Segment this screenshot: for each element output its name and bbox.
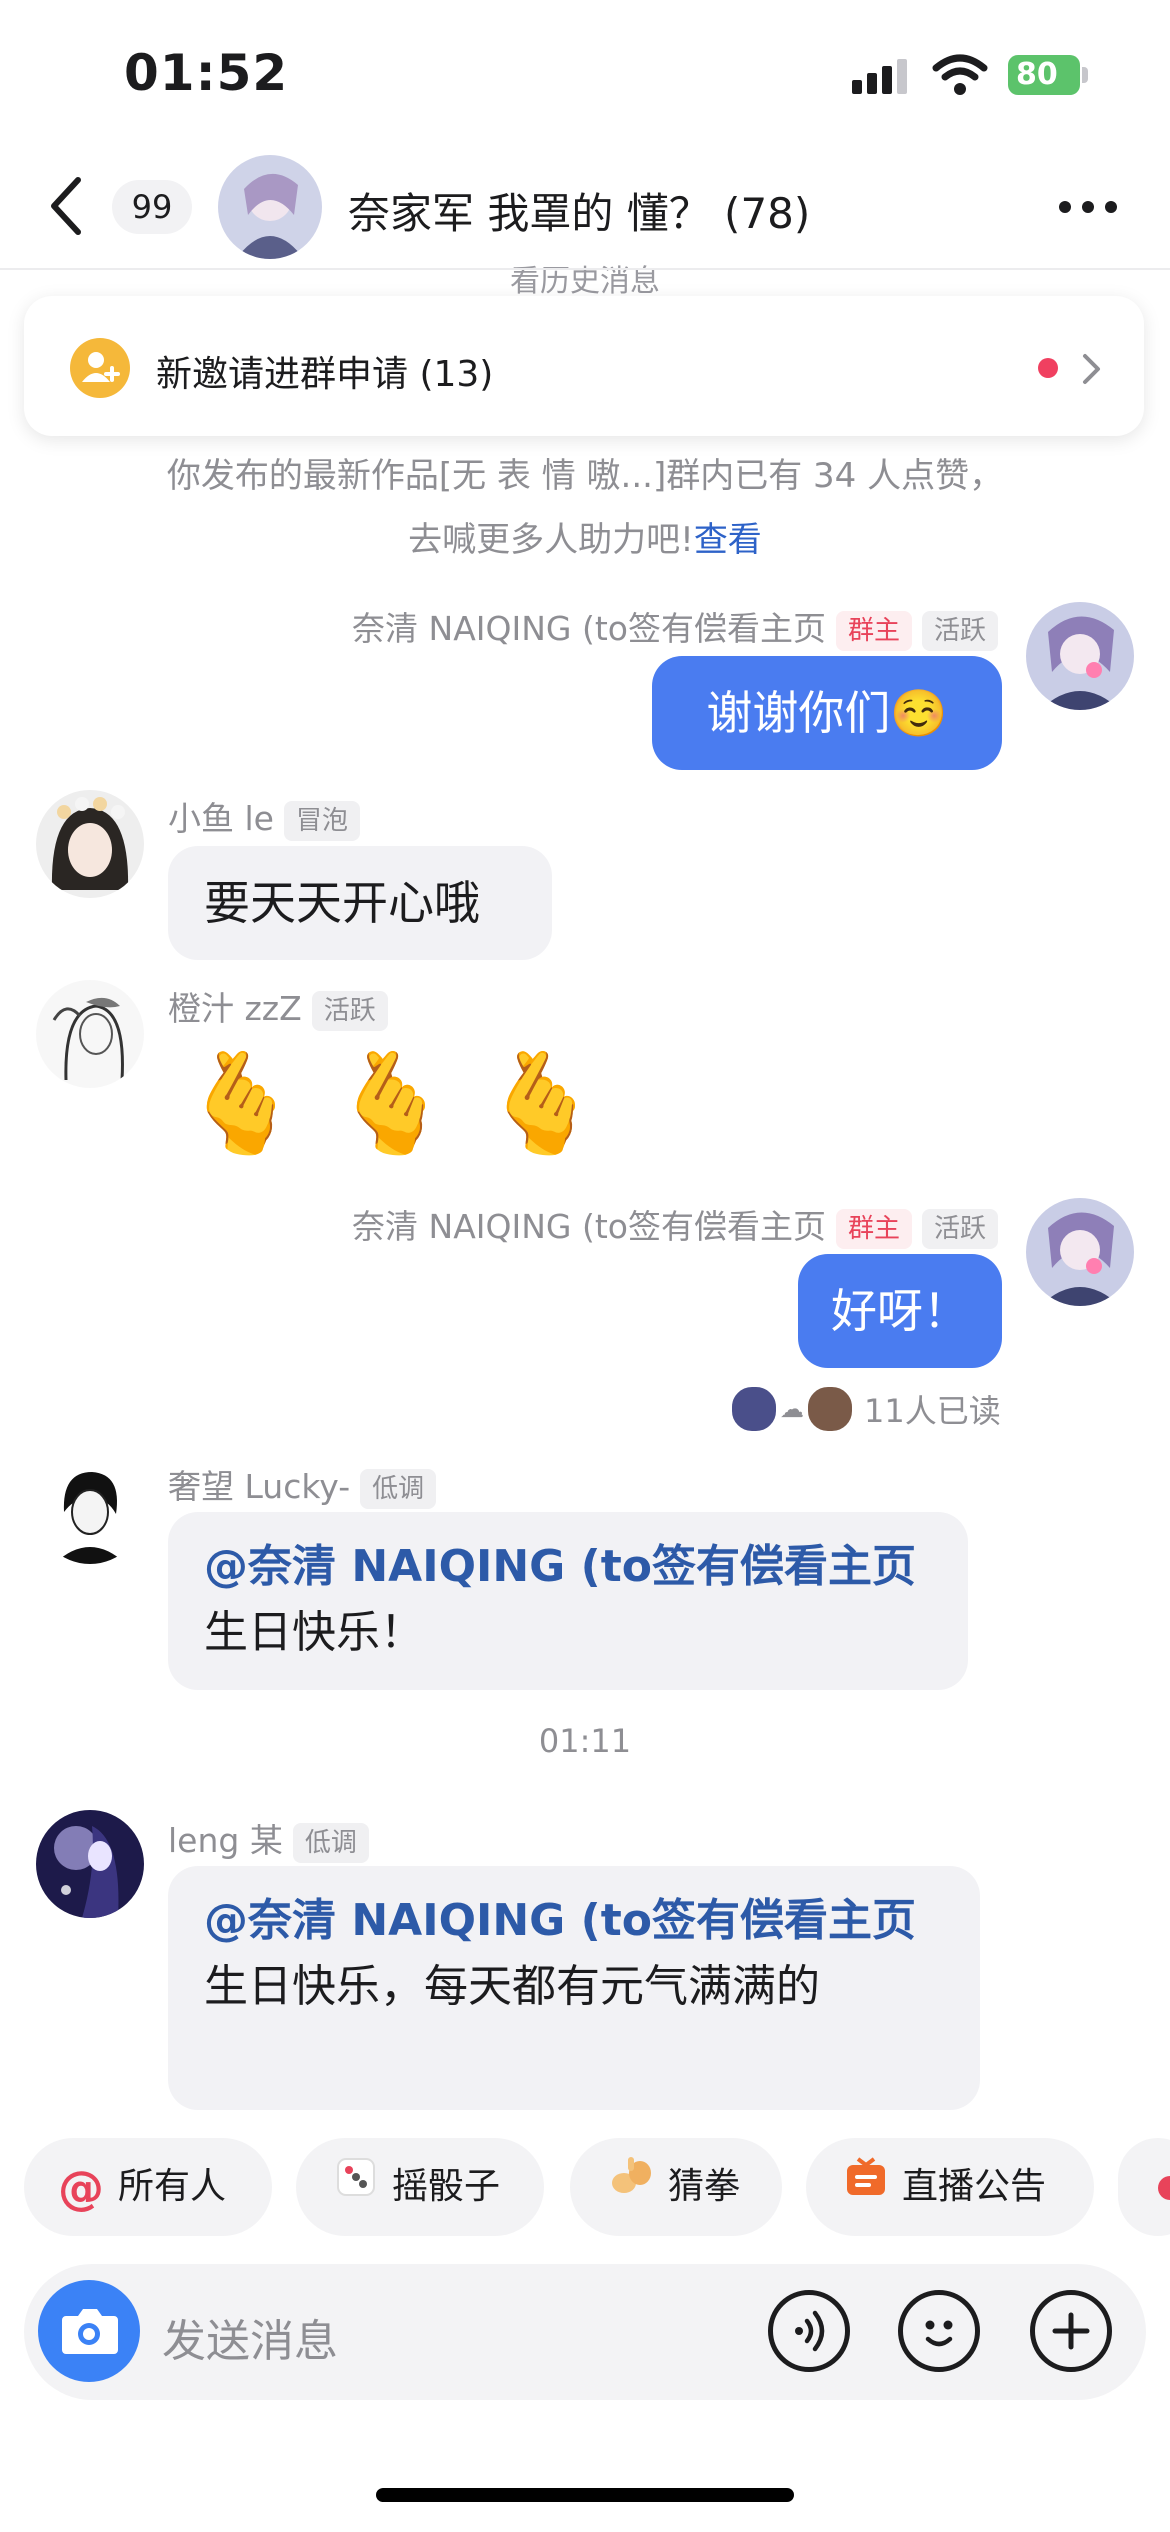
quick-action-label: 所有人 (118, 2166, 227, 2207)
read-count: 11人已读 (864, 1392, 1001, 1430)
owner-tag: 群主 (835, 1208, 912, 1249)
owner-tag: 群主 (835, 610, 912, 651)
home-indicator (376, 2488, 794, 2502)
activity-tag: 活跃 (921, 610, 998, 651)
message-sender-row: leng 某低调 (168, 1814, 369, 1863)
chat-title: 奈家军 我罩的 懂？ (78) (348, 189, 811, 238)
system-notice-prefix: 去喊更多人助力吧! (408, 520, 694, 560)
avatar[interactable] (36, 1810, 144, 1918)
quick-action-label: 摇骰子 (392, 2166, 501, 2207)
more-options-icon[interactable] (1058, 200, 1118, 214)
avatar[interactable] (36, 790, 144, 898)
battery-tip (1082, 67, 1088, 83)
camera-icon (62, 2309, 118, 2354)
system-notice-line2: 去喊更多人助力吧!查看 (40, 512, 1130, 561)
chevron-right-icon (1083, 354, 1100, 384)
dice-icon (334, 2139, 378, 2237)
message-sender-row: 奈清 NAIQING (to签有偿看主页 群主 活跃 (352, 1200, 998, 1249)
quick-action-more[interactable] (1118, 2138, 1170, 2236)
group-avatar[interactable] (218, 155, 322, 259)
view-link[interactable]: 查看 (694, 520, 762, 560)
quick-action-live-announcement[interactable]: 直播公告 (806, 2138, 1094, 2236)
voice-button[interactable] (768, 2290, 850, 2372)
read-receipt[interactable]: ☁ 11人已读 (730, 1384, 1001, 1434)
broadcast-icon (844, 2139, 888, 2237)
time-divider: 01:11 (538, 1722, 632, 1760)
heart-icon (1158, 2176, 1170, 2200)
nav-divider (0, 268, 1170, 270)
sender-name[interactable]: 橙汁 zzZ (168, 989, 302, 1028)
message-bubble[interactable]: 要天天开心哦 (168, 846, 552, 960)
sender-name[interactable]: 奈清 NAIQING (to签有偿看主页 (352, 609, 826, 648)
add-member-icon (70, 338, 130, 398)
at-icon: @ (58, 2161, 104, 2215)
avatar[interactable] (36, 980, 144, 1088)
sender-name[interactable]: 奈清 NAIQING (to签有偿看主页 (352, 1207, 826, 1246)
message-sender-row: 奢望 Lucky- 低调 (168, 1460, 437, 1509)
reader-avatar (806, 1385, 854, 1433)
mention-link[interactable]: @奈清 NAIQING (to签有偿看主页 (204, 1541, 916, 1592)
avatar[interactable] (36, 1456, 144, 1564)
emoji-button[interactable] (898, 2290, 980, 2372)
sender-name[interactable]: leng 某 (168, 1821, 283, 1860)
message-bubble[interactable]: 谢谢你们☺️ (652, 656, 1002, 770)
add-button[interactable] (1030, 2290, 1112, 2372)
message-input[interactable]: 发送消息 (162, 2305, 338, 2369)
emoji-message[interactable]: 🫰🫰🫰 (180, 1034, 630, 1174)
message-bubble[interactable]: @奈清 NAIQING (to签有偿看主页 生日快乐！ (168, 1512, 968, 1690)
camera-button[interactable] (38, 2280, 140, 2382)
voice-icon (795, 2310, 825, 2352)
activity-tag: 低调 (292, 1822, 369, 1863)
activity-tag: 活跃 (311, 990, 388, 1031)
message-text: 生日快乐！ (204, 1607, 424, 1658)
avatar[interactable] (1026, 1198, 1134, 1306)
quick-action-rock-paper-scissors[interactable]: 猜拳 (570, 2138, 782, 2236)
message-sender-row: 小鱼 le 冒泡 (168, 792, 360, 841)
cloud-icon: ☁ (780, 1395, 804, 1423)
unread-dot (1038, 358, 1058, 378)
history-messages-link[interactable]: 看历史消息 (0, 256, 1170, 300)
avatar[interactable] (1026, 602, 1134, 710)
back-arrow-icon[interactable] (46, 176, 86, 236)
battery-level: 80 (1008, 55, 1080, 95)
quick-action-mention-all[interactable]: @ 所有人 (24, 2138, 272, 2236)
invite-request-text: 新邀请进群申请 (13) (156, 354, 494, 395)
activity-tag: 冒泡 (283, 800, 360, 841)
quick-action-label: 猜拳 (668, 2166, 741, 2207)
wifi-icon (932, 54, 988, 95)
cellular-signal-icon (852, 59, 907, 94)
message-text: 生日快乐，每天都有元气满满的 (204, 1961, 820, 2012)
message-sender-row: 奈清 NAIQING (to签有偿看主页 群主 活跃 (352, 602, 998, 651)
activity-tag: 低调 (360, 1468, 437, 1509)
sender-name[interactable]: 奢望 Lucky- (168, 1467, 350, 1506)
quick-action-label: 直播公告 (902, 2166, 1047, 2207)
system-notice-line1: 你发布的最新作品[无 表 情 嗷...]群内已有 34 人点赞， (166, 456, 1004, 496)
status-time: 01:52 (124, 44, 289, 102)
quick-action-dice[interactable]: 摇骰子 (296, 2138, 544, 2236)
message-sender-row: 橙汁 zzZ 活跃 (168, 982, 388, 1031)
activity-tag: 活跃 (921, 1208, 998, 1249)
unread-count-badge[interactable]: 99 (112, 180, 192, 234)
mention-link[interactable]: @奈清 NAIQING (to签有偿看主页 (204, 1895, 916, 1946)
sender-name[interactable]: 小鱼 le (168, 799, 274, 838)
reader-avatar (730, 1385, 778, 1433)
smiley-icon (925, 2320, 953, 2347)
message-bubble[interactable]: @奈清 NAIQING (to签有偿看主页 生日快乐，每天都有元气满满的 (168, 1866, 980, 2110)
message-bubble[interactable]: 好呀！ (798, 1254, 1002, 1368)
rock-paper-scissors-icon (608, 2139, 654, 2237)
plus-icon (1052, 2312, 1090, 2350)
